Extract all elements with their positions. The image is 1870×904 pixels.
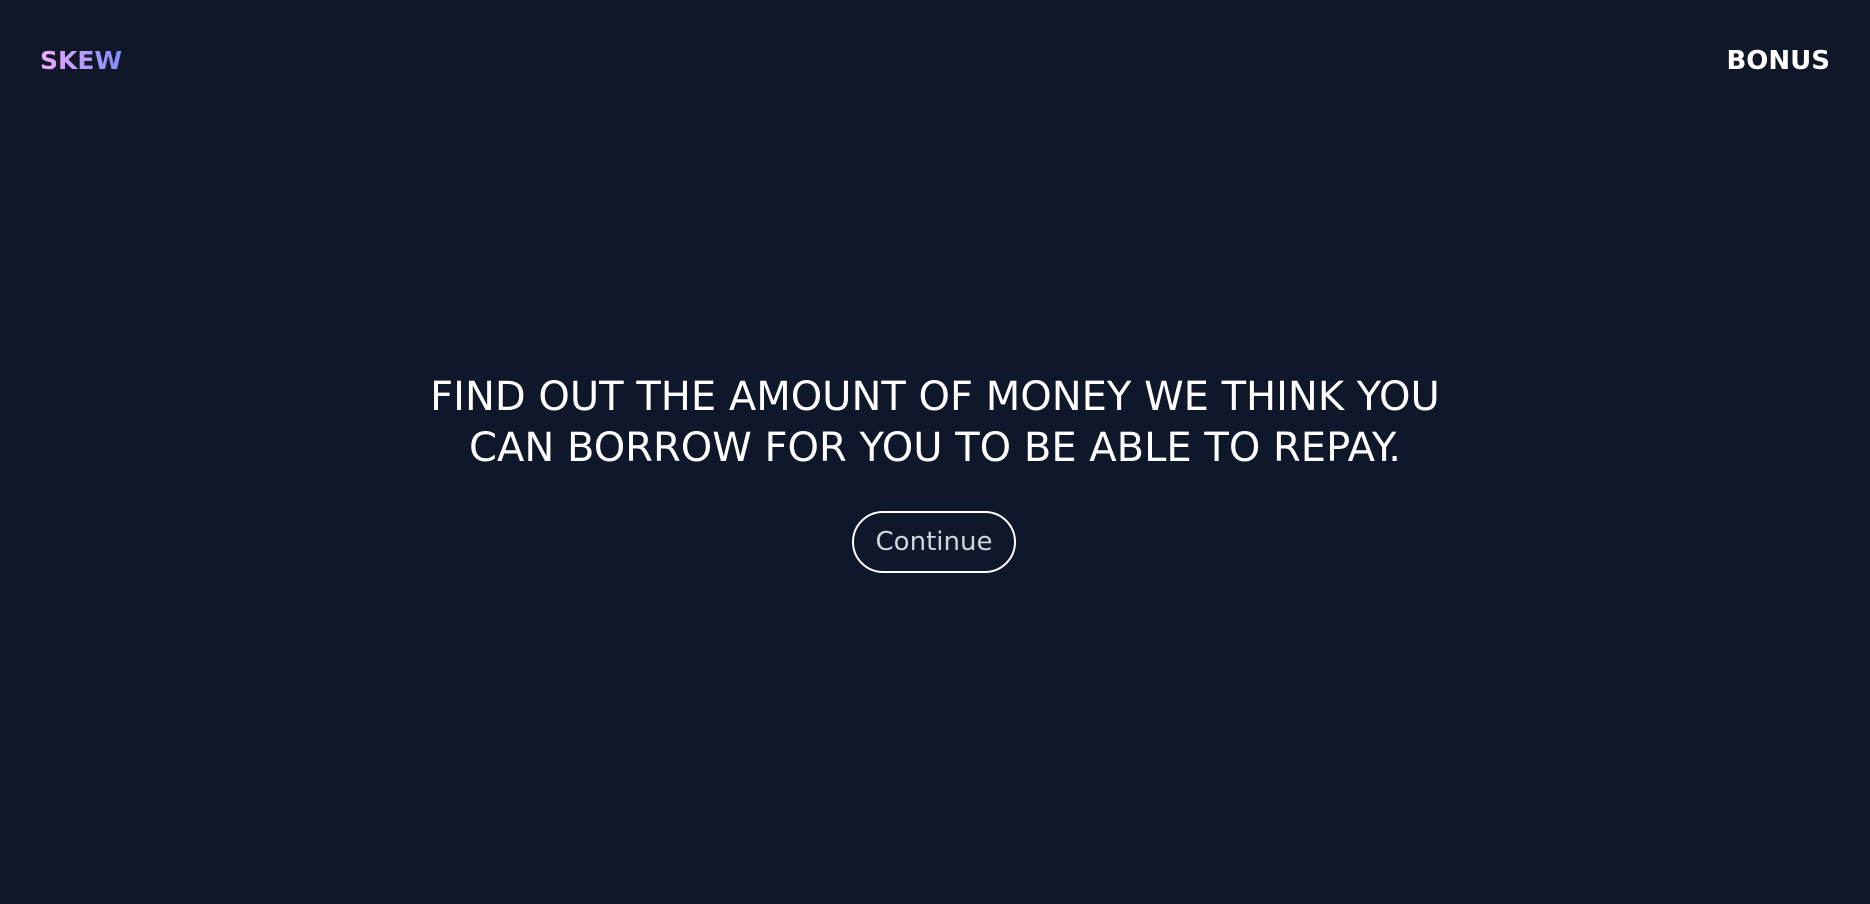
- main-content: FIND OUT THE AMOUNT OF MONEY WE THINK YO…: [0, 124, 1870, 904]
- page-headline: FIND OUT THE AMOUNT OF MONEY WE THINK YO…: [385, 372, 1485, 474]
- headline-line-2: CAN BORROW FOR YOU TO BE ABLE TO REPAY.: [469, 425, 1401, 471]
- headline-line-1: FIND OUT THE AMOUNT OF MONEY WE THINK YO…: [430, 374, 1440, 420]
- logo[interactable]: SKEW: [40, 44, 122, 78]
- continue-button[interactable]: Continue: [852, 511, 1016, 573]
- bonus-link[interactable]: BONUS: [1726, 44, 1830, 78]
- header: SKEW BONUS: [0, 0, 1870, 124]
